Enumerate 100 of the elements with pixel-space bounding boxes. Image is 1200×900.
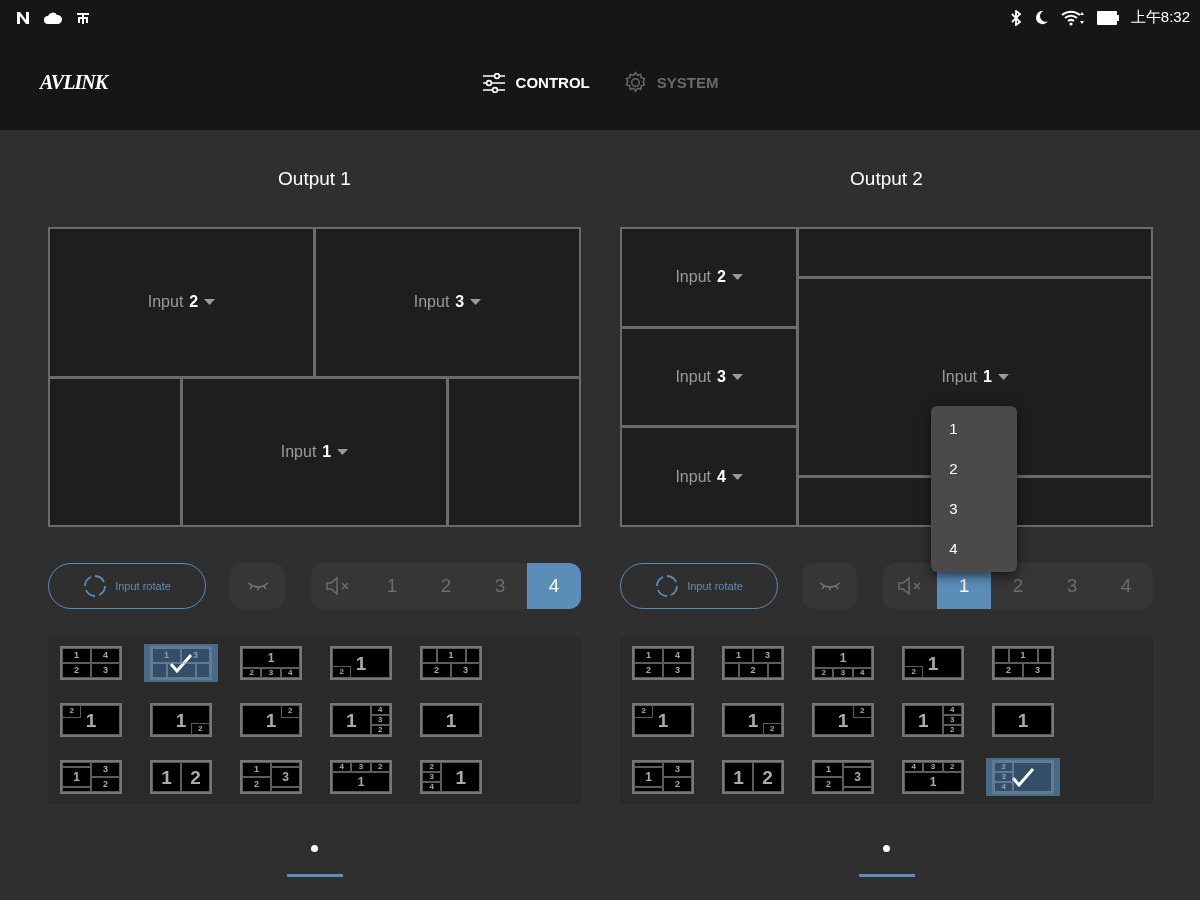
cell-number: 2: [249, 669, 254, 677]
cell-number: 1: [657, 710, 669, 730]
cell-number: 3: [193, 651, 198, 660]
moon-icon: [1033, 10, 1049, 25]
cell-number: 2: [339, 667, 344, 676]
cell-number: 4: [911, 763, 916, 771]
cell-number: 4: [675, 651, 680, 660]
cell-number: 1: [267, 652, 275, 664]
cell-number: 3: [282, 771, 289, 783]
closed-eye-icon: [245, 581, 270, 591]
cell-number: 2: [641, 707, 646, 716]
cell-number: 2: [378, 763, 383, 771]
cell-number: 1: [445, 710, 457, 730]
cell-number: 2: [762, 767, 773, 787]
input-selector[interactable]: Input 1: [939, 366, 1011, 388]
cell-number: 1: [455, 767, 466, 787]
clock-time: 上午8:32: [1130, 8, 1190, 27]
cell-number: 1: [254, 765, 259, 774]
wifi-icon: [1060, 9, 1085, 26]
cell-number: 4: [860, 669, 865, 677]
input-selector[interactable]: Input 3: [411, 291, 484, 314]
cell-number: 2: [911, 667, 916, 676]
cell-number: 3: [429, 773, 434, 781]
cell-number: 1: [733, 767, 744, 787]
cell-number: 1: [265, 710, 277, 730]
cell-number: 1: [839, 652, 847, 664]
cell-number: 2: [190, 767, 201, 787]
cell-number: 1: [826, 765, 831, 774]
cell-number: 3: [675, 765, 680, 774]
cell-number: 3: [268, 669, 274, 677]
cell-number: 1: [646, 651, 651, 660]
cell-number: 2: [74, 666, 79, 675]
input-selector[interactable]: Input 1: [278, 440, 351, 463]
menu-option[interactable]: 2: [931, 449, 1018, 489]
cell-number: 1: [74, 651, 79, 660]
cloud-icon: [44, 11, 62, 24]
cell-number: 4: [950, 706, 955, 714]
cell-number: 3: [1001, 773, 1006, 781]
cell-number: 3: [854, 771, 861, 783]
cell-number: 3: [950, 716, 955, 724]
cell-number: 2: [378, 726, 383, 734]
cell-number: 1: [1020, 651, 1026, 660]
cell-number: 4: [288, 669, 293, 677]
cell-number: 2: [950, 763, 955, 771]
cell-number: 3: [765, 651, 770, 660]
muted-speaker-icon: [897, 576, 923, 596]
cell-number: 1: [837, 710, 849, 730]
cell-number: 2: [254, 780, 259, 789]
check-icon: [169, 653, 193, 673]
cell-number: 1: [346, 710, 357, 730]
cell-number: 3: [930, 763, 936, 771]
caret-icon: [204, 299, 216, 306]
cell-number: 2: [288, 707, 293, 716]
cell-number: 2: [750, 666, 756, 675]
page-dot: [883, 845, 890, 852]
input-selector[interactable]: Input 3: [673, 366, 745, 388]
hide-button[interactable]: [230, 563, 285, 609]
cell-number: 3: [103, 666, 108, 675]
menu-option[interactable]: 3: [931, 489, 1018, 529]
cell-number: 3: [463, 666, 468, 675]
cell-number: 1: [1017, 710, 1029, 730]
cell-number: 1: [747, 710, 759, 730]
cell-number: 1: [73, 771, 80, 783]
output-title: Output 2: [850, 168, 923, 191]
nav-tab[interactable]: CONTROL: [481, 68, 590, 97]
cell-number: 3: [1035, 666, 1040, 675]
cell-number: 1: [161, 767, 172, 787]
cell-number: 1: [355, 653, 367, 673]
audio-channel-button[interactable]: 4: [527, 563, 581, 609]
app-icon: [76, 10, 90, 25]
cell-number: 2: [429, 763, 434, 771]
cell-number: 1: [929, 776, 937, 788]
battery-icon: [1096, 10, 1119, 25]
cell-number: 2: [826, 780, 831, 789]
menu-option[interactable]: 1: [931, 409, 1018, 449]
page-dot: [311, 845, 318, 852]
caret-icon: [731, 274, 743, 281]
cell-number: 1: [175, 710, 187, 730]
closed-eye-icon: [817, 581, 842, 591]
app-logo: AVLINK: [40, 71, 107, 94]
output-title: Output 1: [278, 168, 351, 191]
input-selector[interactable]: Input 2: [673, 266, 745, 289]
caret-icon: [337, 448, 349, 455]
check-icon: [1011, 767, 1035, 787]
hide-button[interactable]: [802, 563, 857, 609]
caret-icon: [731, 374, 743, 380]
muted-speaker-icon: [325, 576, 351, 596]
page-indicator-bar: [858, 874, 915, 877]
input-selector[interactable]: Input 2: [145, 291, 218, 314]
input-selector[interactable]: Input 4: [673, 465, 745, 488]
cell-number: 4: [1001, 783, 1006, 791]
cell-number: 3: [675, 666, 680, 675]
cell-number: 1: [645, 771, 652, 783]
cell-number: 1: [357, 776, 365, 788]
cell-number: 2: [198, 724, 203, 733]
cell-number: 1: [918, 710, 929, 730]
cell-number: 1: [164, 651, 169, 660]
cell-number: 1: [736, 651, 741, 660]
settings-icon: [623, 71, 647, 94]
cell-number: 2: [646, 666, 651, 675]
